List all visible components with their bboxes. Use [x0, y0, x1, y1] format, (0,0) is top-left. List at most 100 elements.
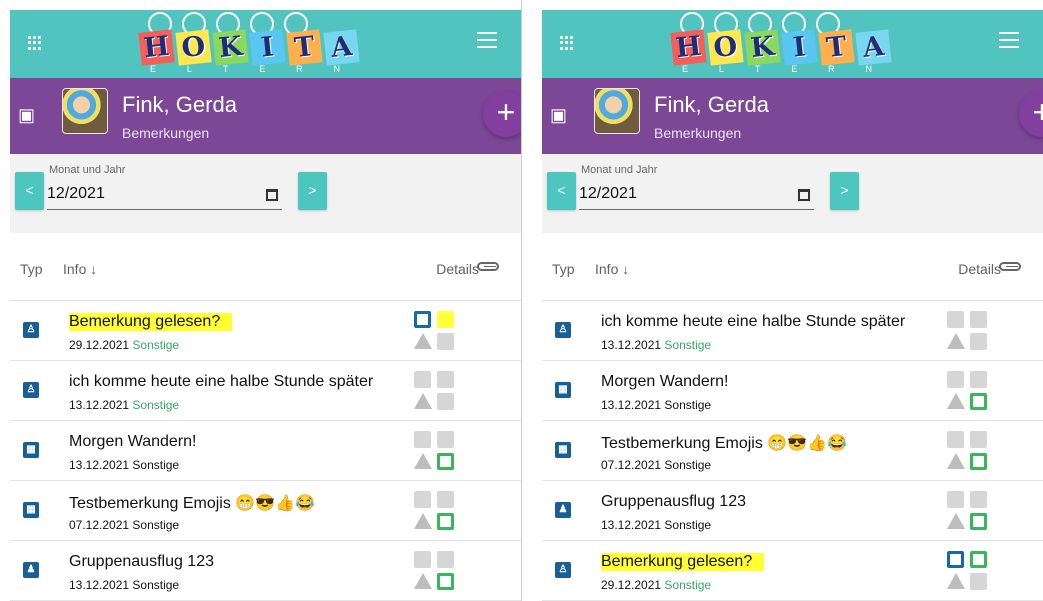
details-column-header: Details	[958, 261, 1001, 277]
child-name: Fink, Gerda	[654, 92, 769, 117]
comment-details	[947, 371, 991, 410]
warning-icon	[414, 393, 432, 409]
message-icon[interactable]	[437, 393, 454, 410]
pin-icon[interactable]	[970, 431, 987, 448]
calendar-icon[interactable]	[947, 491, 964, 508]
comment-title: Testbemerkung Emojis 😁😎👍😂	[69, 495, 315, 512]
logo-subtitle-letter: L	[718, 64, 724, 74]
calendar-icon[interactable]	[414, 431, 431, 448]
child-name: Fink, Gerda	[122, 92, 237, 117]
logo-subtitle-letter: L	[186, 64, 192, 74]
group-icon: ♟	[23, 562, 39, 578]
calendar-icon[interactable]	[414, 371, 431, 388]
logo-letter: T	[818, 29, 855, 66]
mail-icon[interactable]	[970, 311, 987, 328]
warning-icon	[414, 333, 432, 349]
mail-icon[interactable]	[437, 371, 454, 388]
profile-header: ▣ Fink, Gerda Bemerkungen +	[542, 78, 1043, 154]
logo-subtitle-letter: E	[150, 64, 157, 74]
calendar-icon[interactable]	[798, 189, 810, 201]
menu-icon[interactable]	[477, 32, 497, 48]
comment-title: Morgen Wandern!	[69, 433, 197, 450]
month-year-input[interactable]: 12/2021	[47, 185, 282, 210]
building-icon: ▦	[555, 382, 571, 398]
type-column-header: Typ	[20, 261, 43, 277]
calendar-icon[interactable]	[414, 491, 431, 508]
logo-letter: H	[670, 29, 707, 66]
table-header: Typ Info ↓ Details	[542, 233, 1043, 301]
comment-category: Sonstige	[664, 578, 712, 592]
comment-date: 13.12.2021	[601, 338, 662, 352]
logo-subtitle: E L T E R N	[682, 64, 872, 74]
calendar-icon[interactable]	[947, 311, 964, 328]
comment-row[interactable]: ♙ ich komme heute eine halbe Stunde spät…	[10, 361, 521, 421]
building-icon: ▦	[23, 442, 39, 458]
comment-row[interactable]: ♟ Gruppenausflug 123 13.12.2021 Sonstige	[542, 481, 1043, 541]
comment-meta: 13.12.2021 Sonstige	[69, 578, 179, 592]
comment-details	[947, 551, 991, 590]
apps-grid-icon[interactable]	[28, 36, 42, 50]
comment-category: Sonstige	[664, 518, 712, 532]
comment-row[interactable]: ▦ Morgen Wandern! 13.12.2021 Sonstige	[10, 421, 521, 481]
logo-letter: O	[707, 29, 744, 66]
message-icon[interactable]	[437, 333, 454, 350]
logo-subtitle-letter: E	[791, 64, 798, 74]
pin-icon[interactable]	[970, 491, 987, 508]
calendar-icon[interactable]	[947, 371, 964, 388]
mail-icon[interactable]	[437, 311, 454, 328]
message-icon[interactable]	[970, 513, 987, 530]
open-mail-icon[interactable]	[970, 551, 987, 568]
comment-meta: 13.12.2021 Sonstige	[69, 458, 179, 472]
message-icon[interactable]	[437, 513, 454, 530]
comment-meta: 13.12.2021 Sonstige	[601, 518, 711, 532]
comment-category: Sonstige	[664, 398, 712, 412]
info-column-header[interactable]: Info ↓	[63, 261, 97, 277]
calendar-icon[interactable]	[266, 189, 278, 201]
pin-icon[interactable]	[437, 551, 454, 568]
next-month-button[interactable]: >	[298, 172, 327, 210]
logo-letter: I	[781, 29, 818, 66]
message-icon[interactable]	[970, 333, 987, 350]
comment-title: Bemerkung gelesen?	[601, 553, 765, 571]
menu-icon[interactable]	[999, 32, 1019, 48]
comment-date: 13.12.2021	[69, 458, 130, 472]
calendar-icon[interactable]	[947, 551, 964, 568]
logo-letter: H	[138, 29, 175, 66]
building-icon: ▦	[555, 442, 571, 458]
pin-icon[interactable]	[437, 491, 454, 508]
previous-month-button[interactable]: <	[547, 172, 576, 210]
right-app-panel: H O K I T A E L T E R N ▣ Fink, Gerda Be…	[532, 0, 1043, 601]
top-bar: H O K I T A E L T E R N	[10, 10, 521, 78]
message-icon[interactable]	[970, 453, 987, 470]
calendar-icon[interactable]	[414, 551, 431, 568]
month-year-input[interactable]: 12/2021	[579, 185, 814, 210]
comment-row[interactable]: ♙ Bemerkung gelesen? 29.12.2021 Sonstige	[542, 541, 1043, 601]
comment-row[interactable]: ♟ Gruppenausflug 123 13.12.2021 Sonstige	[10, 541, 521, 601]
pin-icon[interactable]	[437, 431, 454, 448]
comment-row[interactable]: ♙ ich komme heute eine halbe Stunde spät…	[542, 301, 1043, 361]
section-title: Bemerkungen	[654, 125, 742, 141]
calendar-icon[interactable]	[414, 311, 431, 328]
comment-meta: 13.12.2021 Sonstige	[601, 338, 711, 352]
next-month-button[interactable]: >	[830, 172, 859, 210]
message-icon[interactable]	[437, 573, 454, 590]
comment-row[interactable]: ▦ Testbemerkung Emojis 😁😎👍😂 07.12.2021 S…	[542, 421, 1043, 481]
comment-row[interactable]: ▦ Morgen Wandern! 13.12.2021 Sonstige	[542, 361, 1043, 421]
message-icon[interactable]	[970, 573, 987, 590]
previous-month-button[interactable]: <	[15, 172, 44, 210]
calendar-icon[interactable]	[947, 431, 964, 448]
apps-grid-icon[interactable]	[560, 36, 574, 50]
logo-letter: I	[249, 29, 286, 66]
message-icon[interactable]	[970, 393, 987, 410]
add-comment-button[interactable]: +	[1019, 91, 1043, 137]
add-comment-button[interactable]: +	[483, 91, 521, 137]
comment-row[interactable]: ♙ Bemerkung gelesen? 29.12.2021 Sonstige	[10, 301, 521, 361]
pin-icon[interactable]	[970, 371, 987, 388]
comment-category: Sonstige	[132, 458, 180, 472]
logo-subtitle-letter: R	[296, 64, 303, 74]
comment-row[interactable]: ▦ Testbemerkung Emojis 😁😎👍😂 07.12.2021 S…	[10, 481, 521, 541]
logo-wordmark: H O K I T A	[670, 29, 892, 66]
info-column-header[interactable]: Info ↓	[595, 261, 629, 277]
message-icon[interactable]	[437, 453, 454, 470]
person-icon: ♙	[555, 322, 571, 338]
